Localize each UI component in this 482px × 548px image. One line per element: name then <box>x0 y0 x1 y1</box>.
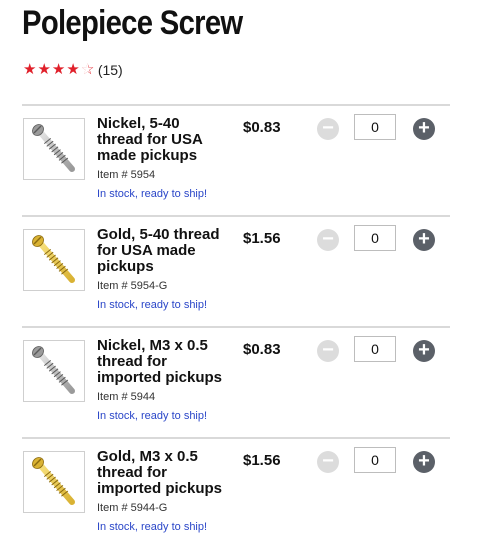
stock-status: In stock, ready to ship! <box>97 410 208 422</box>
variant-name[interactable]: Gold, M3 x 0.5 thread for imported pickups <box>97 449 237 497</box>
decrease-quantity-button[interactable]: − <box>317 118 339 140</box>
item-number: Item # 5944-G <box>97 502 168 514</box>
quantity-input[interactable] <box>354 447 396 473</box>
variant-name-line: thread for USA <box>97 131 203 148</box>
increase-quantity-button[interactable]: + <box>413 118 435 140</box>
variant-name-line: Nickel, 5-40 <box>97 115 180 132</box>
decrease-quantity-button[interactable]: − <box>317 451 339 473</box>
plus-icon: + <box>418 339 430 361</box>
price: $1.56 <box>243 230 281 247</box>
variant-name-line: imported pickups <box>97 369 223 386</box>
product-thumbnail[interactable] <box>23 340 85 402</box>
half-star-icon: ☆ ★ <box>80 61 95 78</box>
price: $0.83 <box>243 119 281 136</box>
quantity-input[interactable] <box>354 336 396 362</box>
variant-name-line: thread for <box>97 353 168 370</box>
stock-status: In stock, ready to ship! <box>97 299 208 311</box>
product-thumbnail[interactable] <box>23 451 85 513</box>
page-title: Polepiece Screw <box>22 4 243 42</box>
rating[interactable]: ★ ★ ★ ★ ☆ ★ (15) <box>23 61 123 79</box>
product-thumbnail[interactable] <box>23 229 85 291</box>
minus-icon: − <box>322 450 334 472</box>
variant-name-line: Nickel, M3 x 0.5 <box>97 337 208 354</box>
quantity-input[interactable] <box>354 225 396 251</box>
item-number: Item # 5944 <box>97 391 156 403</box>
star-icon: ★ <box>37 61 51 78</box>
variant-name-line: pickups <box>97 258 154 275</box>
variant-name-line: Gold, M3 x 0.5 <box>97 448 198 465</box>
minus-icon: − <box>322 117 334 139</box>
item-number: Item # 5954 <box>97 169 156 181</box>
decrease-quantity-button[interactable]: − <box>317 229 339 251</box>
variant-name-line: Gold, 5-40 thread <box>97 226 220 243</box>
price: $1.56 <box>243 452 281 469</box>
increase-quantity-button[interactable]: + <box>413 451 435 473</box>
variant-name-line: thread for <box>97 464 168 481</box>
product-variant-row: Gold, M3 x 0.5 thread for imported pickups… <box>22 437 450 548</box>
variant-name[interactable]: Gold, 5-40 thread for USA made pickups <box>97 227 237 275</box>
star-icon: ★ <box>66 61 80 78</box>
review-count[interactable]: (15) <box>98 62 123 78</box>
increase-quantity-button[interactable]: + <box>413 229 435 251</box>
decrease-quantity-button[interactable]: − <box>317 340 339 362</box>
variant-name-line: made pickups <box>97 147 198 164</box>
item-number: Item # 5954-G <box>97 280 168 292</box>
price: $0.83 <box>243 341 281 358</box>
product-thumbnail[interactable] <box>23 118 85 180</box>
variant-name-line: imported pickups <box>97 480 223 497</box>
stock-status: In stock, ready to ship! <box>97 521 208 533</box>
quantity-input[interactable] <box>354 114 396 140</box>
star-icon: ★ <box>23 61 37 78</box>
increase-quantity-button[interactable]: + <box>413 340 435 362</box>
plus-icon: + <box>418 117 430 139</box>
product-variant-row: Nickel, 5-40 thread for USA made pickups I… <box>22 104 450 215</box>
variant-name[interactable]: Nickel, 5-40 thread for USA made pickups <box>97 116 237 164</box>
plus-icon: + <box>418 450 430 472</box>
star-icon: ★ <box>51 61 66 78</box>
variant-name-line: for USA made <box>97 242 196 259</box>
variant-list: Nickel, 5-40 thread for USA made pickups I… <box>22 104 450 548</box>
stock-status: In stock, ready to ship! <box>97 188 208 200</box>
minus-icon: − <box>322 339 334 361</box>
product-variant-row: Gold, 5-40 thread for USA made pickups Ite… <box>22 215 450 326</box>
minus-icon: − <box>322 228 334 250</box>
variant-name[interactable]: Nickel, M3 x 0.5 thread for imported picku… <box>97 338 237 386</box>
product-variant-row: Nickel, M3 x 0.5 thread for imported picku… <box>22 326 450 437</box>
plus-icon: + <box>418 228 430 250</box>
